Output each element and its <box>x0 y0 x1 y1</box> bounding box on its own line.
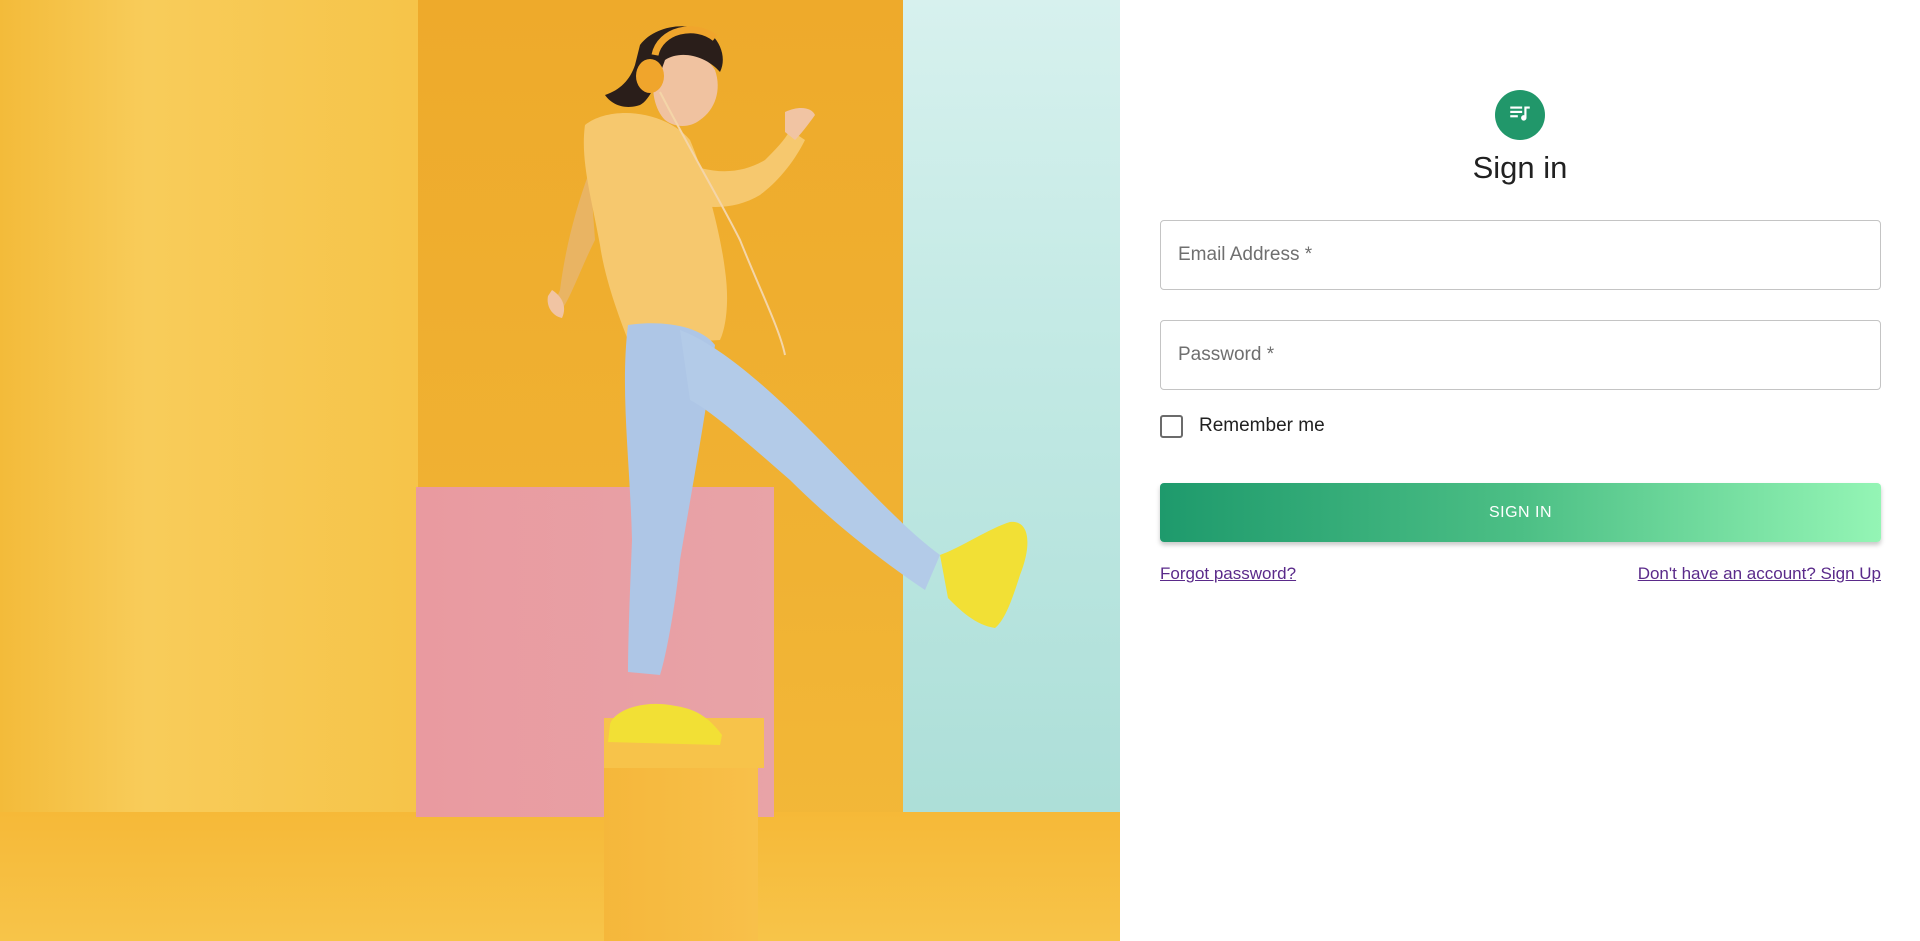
email-field[interactable] <box>1160 220 1881 290</box>
password-field[interactable] <box>1160 320 1881 390</box>
remember-me-control[interactable]: Remember me <box>1160 413 1325 439</box>
music-playlist-icon <box>1507 100 1533 131</box>
raised-hand <box>785 108 815 140</box>
password-input[interactable] <box>1161 321 1880 389</box>
remember-me-checkbox[interactable] <box>1160 414 1183 438</box>
hoodie <box>583 113 728 345</box>
forgot-password-link[interactable]: Forgot password? <box>1160 564 1296 584</box>
headphone-cup <box>636 59 664 93</box>
jeans-kicking-leg <box>680 330 940 590</box>
hero-image <box>0 0 1120 941</box>
kicking-shoe <box>940 521 1028 628</box>
standing-shoe <box>608 703 722 745</box>
sign-in-page: Sign in Remember me SIGN IN Forgot passw… <box>0 0 1920 941</box>
avatar <box>1495 90 1545 140</box>
sign-in-button[interactable]: SIGN IN <box>1160 483 1881 542</box>
back-arm <box>555 170 595 312</box>
front-arm <box>680 130 805 207</box>
email-input[interactable] <box>1161 221 1880 289</box>
remember-me-label: Remember me <box>1199 415 1325 436</box>
dancing-woman-figure <box>547 26 1028 745</box>
sign-up-link[interactable]: Don't have an account? Sign Up <box>1638 564 1881 584</box>
sign-in-panel <box>1120 0 1920 941</box>
page-title: Sign in <box>1472 150 1568 185</box>
